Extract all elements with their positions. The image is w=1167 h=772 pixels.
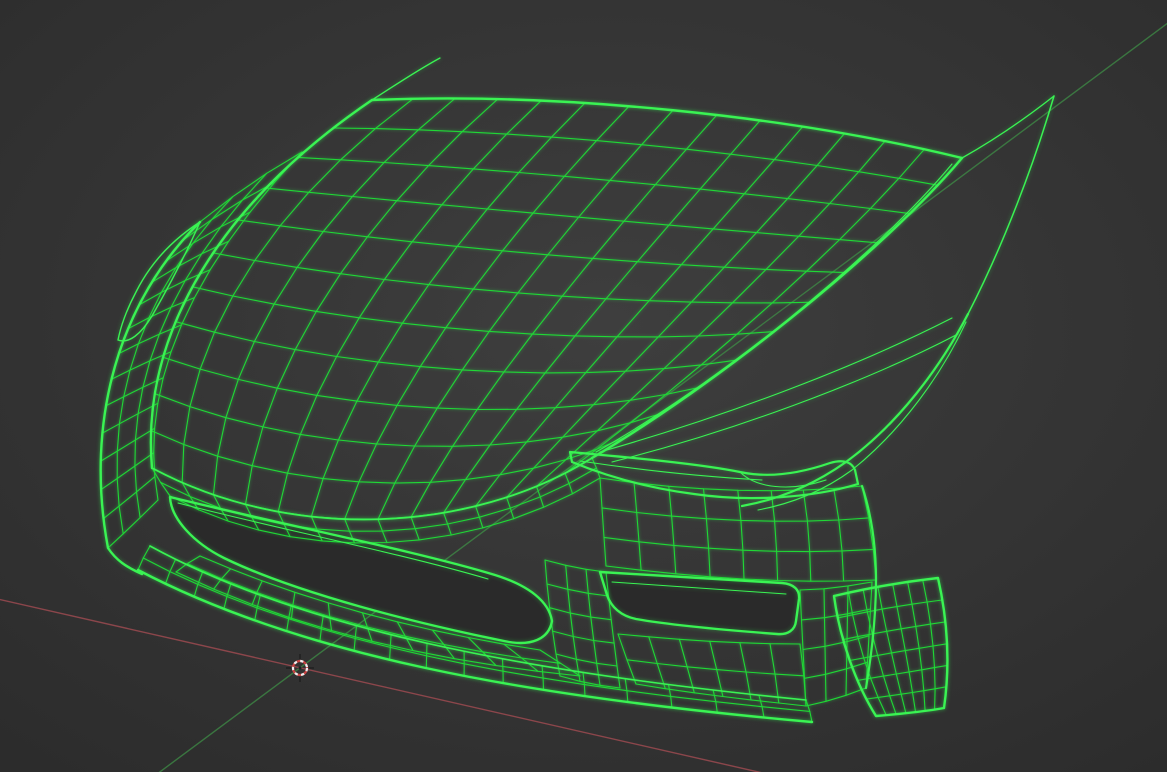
viewport-background: [0, 0, 1167, 772]
scene-canvas: [0, 0, 1167, 772]
viewport-3d[interactable]: [0, 0, 1167, 772]
edge-loop: [425, 642, 428, 669]
cursor-center-dot: [298, 666, 302, 670]
edge-loop: [501, 658, 504, 684]
